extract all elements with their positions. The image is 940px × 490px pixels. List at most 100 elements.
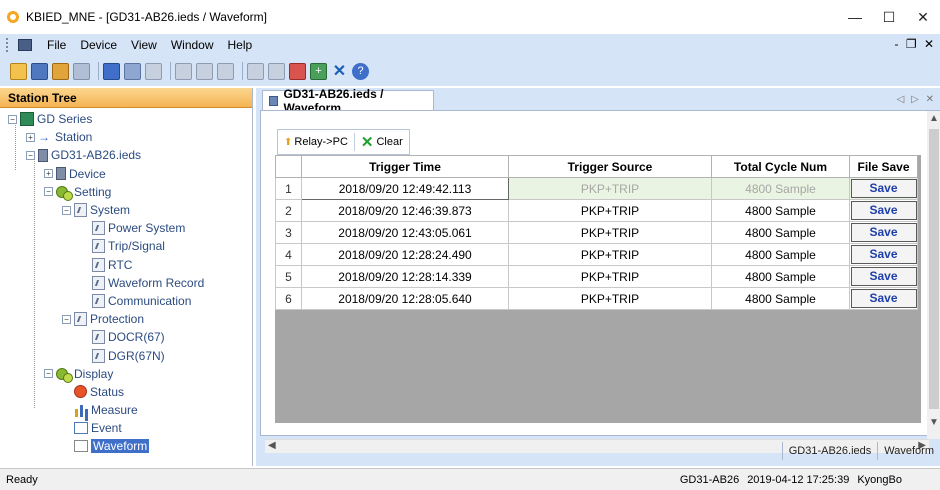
rtc-icon[interactable] (124, 62, 141, 80)
collapse-icon[interactable]: − (44, 369, 53, 379)
tree-node-device[interactable]: + Device (0, 165, 252, 183)
search-icon[interactable] (175, 62, 192, 80)
trigger-source-cell[interactable]: PKP+TRIP (508, 265, 712, 288)
table-row[interactable]: 5 2018/09/20 12:28:14.339 PKP+TRIP 4800 … (275, 265, 918, 288)
mdi-system-menu-icon[interactable] (18, 39, 32, 51)
total-cycle-cell[interactable]: 4800 Sample (711, 199, 850, 222)
total-cycle-cell[interactable]: 4800 Sample (711, 243, 850, 266)
scroll-up-icon[interactable]: ▲ (929, 113, 939, 124)
collapse-icon[interactable]: − (62, 205, 71, 215)
tree-node-waveform-record[interactable]: Waveform Record (0, 274, 252, 292)
collapse-icon[interactable]: − (8, 114, 17, 124)
table-row[interactable]: 4 2018/09/20 12:28:24.490 PKP+TRIP 4800 … (275, 243, 918, 266)
trigger-time-cell[interactable]: 2018/09/20 12:28:14.339 (301, 265, 509, 288)
swap-icon[interactable] (268, 62, 285, 80)
maximize-button[interactable]: ☐ (872, 0, 906, 34)
tree-node-event[interactable]: Event (0, 419, 252, 437)
table-row[interactable]: 6 2018/09/20 12:28:05.640 PKP+TRIP 4800 … (275, 287, 918, 310)
save-button[interactable]: Save (850, 201, 917, 220)
table-row[interactable]: 3 2018/09/20 12:43:05.061 PKP+TRIP 4800 … (275, 221, 918, 244)
total-cycle-cell[interactable]: 4800 Sample (711, 287, 850, 310)
tree-node-gd-series[interactable]: − GD Series (0, 110, 252, 128)
trigger-source-cell[interactable]: PKP+TRIP (508, 287, 712, 310)
tree-node-protection[interactable]: − Protection (0, 310, 252, 328)
add-icon[interactable]: + (310, 62, 327, 80)
trigger-source-cell[interactable]: PKP+TRIP (508, 221, 712, 244)
collapse-icon[interactable]: − (62, 314, 71, 324)
tree-node-setting[interactable]: − Setting (0, 183, 252, 201)
save-button[interactable]: Save (850, 289, 917, 308)
tree-node-dgr[interactable]: DGR(67N) (0, 346, 252, 364)
menu-file[interactable]: File (40, 38, 73, 52)
scale-icon[interactable] (289, 62, 306, 80)
trigger-time-cell[interactable]: 2018/09/20 12:43:05.061 (301, 221, 509, 244)
total-cycle-cell[interactable]: 4800 Sample (711, 221, 850, 244)
grid-icon[interactable] (217, 62, 234, 80)
print-icon[interactable] (196, 62, 213, 80)
menu-grip[interactable] (6, 38, 10, 52)
save-button[interactable]: Save (850, 267, 917, 286)
tree-node-measure[interactable]: Measure (0, 401, 252, 419)
tree-node-system[interactable]: − System (0, 201, 252, 219)
bottom-tab-ieds[interactable]: GD31-AB26.ieds (781, 442, 878, 460)
close-button[interactable]: ✕ (906, 0, 940, 34)
save-button[interactable]: Save (850, 223, 917, 242)
table-row[interactable]: 1 2018/09/20 12:49:42.113 PKP+TRIP 4800 … (275, 177, 918, 200)
column-header-index[interactable] (275, 155, 302, 178)
expand-icon[interactable]: + (44, 169, 53, 179)
column-header-file-save[interactable]: File Save (849, 155, 918, 178)
save-icon[interactable] (31, 62, 48, 80)
column-header-total-cycle-num[interactable]: Total Cycle Num (711, 155, 850, 178)
help-icon[interactable]: ? (352, 62, 369, 80)
save-button[interactable]: Save (850, 179, 917, 198)
event-list-icon (74, 422, 88, 435)
tab-waveform-document[interactable]: GD31-AB26.ieds / Waveform (262, 87, 434, 115)
collapse-icon[interactable]: − (44, 187, 53, 197)
power-icon[interactable] (145, 62, 162, 80)
trigger-source-cell[interactable]: PKP+TRIP (508, 199, 712, 222)
total-cycle-cell[interactable]: 4800 Sample (711, 265, 850, 288)
tree-node-waveform[interactable]: Waveform (0, 437, 252, 455)
total-cycle-cell[interactable]: 4800 Sample (711, 177, 850, 200)
tree-node-trip-signal[interactable]: Trip/Signal (0, 237, 252, 255)
tree-node-station[interactable]: + → Station (0, 128, 252, 146)
trigger-time-cell[interactable]: 2018/09/20 12:49:42.113 (301, 177, 509, 200)
menu-help[interactable]: Help (221, 38, 260, 52)
minimize-button[interactable]: — (838, 0, 872, 34)
vertical-scroll-thumb[interactable] (929, 129, 939, 409)
menu-device[interactable]: Device (73, 38, 124, 52)
settings-list-icon[interactable] (103, 62, 120, 80)
delete-icon[interactable]: ✕ (331, 63, 348, 80)
tab-navigation[interactable]: ◁ ▷ ✕ (897, 94, 936, 105)
column-header-trigger-time[interactable]: Trigger Time (301, 155, 509, 178)
window-icon[interactable] (247, 62, 264, 80)
trigger-time-cell[interactable]: 2018/09/20 12:46:39.873 (301, 199, 509, 222)
tree-node-docr[interactable]: DOCR(67) (0, 328, 252, 346)
trigger-source-cell[interactable]: PKP+TRIP (508, 177, 712, 200)
mdi-child-controls[interactable]: - ❐ ✕ (895, 37, 936, 51)
tree-node-display[interactable]: − Display (0, 365, 252, 383)
trigger-time-cell[interactable]: 2018/09/20 12:28:24.490 (301, 243, 509, 266)
menu-view[interactable]: View (124, 38, 164, 52)
bottom-tab-waveform[interactable]: Waveform (877, 442, 940, 460)
tree-node-communication[interactable]: Communication (0, 292, 252, 310)
save-button[interactable]: Save (850, 245, 917, 264)
tree-node-status[interactable]: Status (0, 383, 252, 401)
expand-icon[interactable]: + (26, 132, 35, 142)
open-folder-icon[interactable] (10, 62, 27, 80)
disconnect-icon[interactable] (73, 62, 90, 80)
trigger-source-cell[interactable]: PKP+TRIP (508, 243, 712, 266)
trigger-time-cell[interactable]: 2018/09/20 12:28:05.640 (301, 287, 509, 310)
tree-node-rtc[interactable]: RTC (0, 256, 252, 274)
column-header-trigger-source[interactable]: Trigger Source (508, 155, 712, 178)
collapse-icon[interactable]: − (26, 150, 35, 160)
table-row[interactable]: 2 2018/09/20 12:46:39.873 PKP+TRIP 4800 … (275, 199, 918, 222)
clear-button[interactable]: ✕ Clear (355, 130, 409, 154)
menu-window[interactable]: Window (164, 38, 221, 52)
tree-node-gd31-ab26[interactable]: − GD31-AB26.ieds (0, 146, 252, 164)
vertical-scrollbar[interactable]: ▲ ▼ (927, 111, 940, 439)
connect-icon[interactable] (52, 62, 69, 80)
relay-to-pc-button[interactable]: ⬆ Relay->PC (278, 130, 354, 154)
tree-node-power-system[interactable]: Power System (0, 219, 252, 237)
scroll-down-icon[interactable]: ▼ (929, 417, 939, 428)
